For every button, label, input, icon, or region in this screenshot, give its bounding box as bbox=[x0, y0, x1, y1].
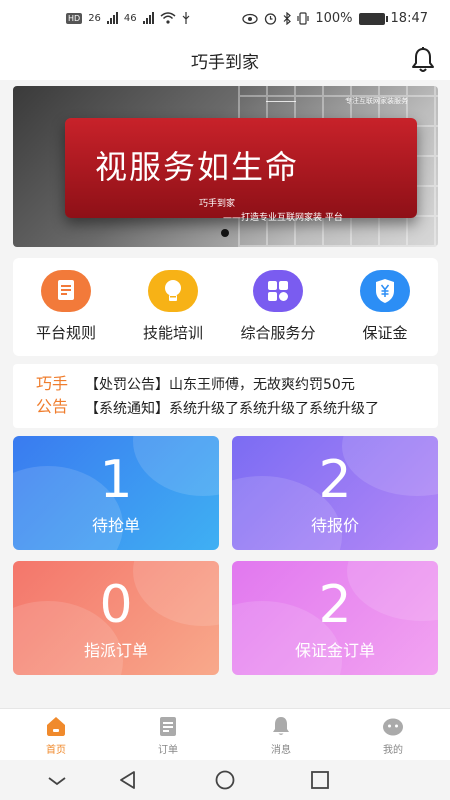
collapse-button[interactable] bbox=[44, 768, 70, 792]
menu-service-score[interactable]: 综合服务分 bbox=[228, 270, 328, 343]
clock: 18:47 bbox=[390, 11, 428, 26]
announcement-title: 巧手公告 bbox=[35, 374, 68, 416]
quick-menu: 平台规则 技能培训 综合服务分 保证金 bbox=[13, 258, 438, 356]
announcement-board[interactable]: 巧手公告 【处罚公告】山东王师傅，无故爽约罚50元 【系统通知】系统升级了系统升… bbox=[13, 364, 438, 428]
card-pending-grab[interactable]: 1 待抢单 bbox=[13, 436, 219, 550]
card-count: 1 bbox=[99, 450, 133, 510]
status-bar: HD 26 46 100% 18:47 bbox=[0, 0, 450, 40]
system-nav-bar bbox=[0, 760, 450, 800]
tab-label: 首页 bbox=[46, 745, 66, 756]
card-assigned-orders[interactable]: 0 指派订单 bbox=[13, 561, 219, 675]
wifi-icon bbox=[160, 12, 176, 24]
menu-deposit[interactable]: 保证金 bbox=[335, 270, 435, 343]
battery-icon bbox=[358, 12, 388, 25]
card-count: 0 bbox=[99, 575, 133, 635]
order-icon bbox=[157, 715, 179, 737]
menu-label: 平台规则 bbox=[35, 324, 96, 342]
eye-icon bbox=[242, 13, 259, 24]
bottom-tab-bar: 首页 订单 消息 我的 bbox=[0, 708, 450, 760]
clipboard-icon bbox=[41, 270, 91, 312]
back-button[interactable] bbox=[115, 768, 141, 792]
vibrate-icon bbox=[297, 12, 309, 25]
status-right: 100% 18:47 bbox=[242, 11, 428, 26]
home-circle-icon bbox=[215, 770, 235, 790]
menu-label: 保证金 bbox=[362, 324, 408, 342]
card-label: 待报价 bbox=[310, 516, 359, 535]
profile-icon bbox=[382, 715, 404, 737]
tab-label: 订单 bbox=[158, 745, 178, 756]
tab-label: 我的 bbox=[383, 745, 403, 756]
back-triangle-icon bbox=[120, 771, 135, 789]
card-label: 指派订单 bbox=[83, 641, 148, 660]
recents-button[interactable] bbox=[307, 768, 333, 792]
banner-tag: 专注互联网家装服务 bbox=[345, 97, 408, 105]
signal-icon bbox=[106, 12, 118, 24]
signal-icon-2 bbox=[142, 12, 154, 24]
bluetooth-icon bbox=[283, 12, 292, 25]
banner-divider bbox=[266, 101, 296, 102]
promo-banner[interactable]: 专注互联网家装服务 视服务如生命 巧手到家 ——打造专业互联网家装 平台 bbox=[13, 86, 438, 247]
recents-square-icon bbox=[311, 771, 329, 789]
card-count: 2 bbox=[318, 575, 352, 635]
banner-headline: 视服务如生命 bbox=[95, 148, 300, 186]
network-type-1: 26 bbox=[88, 12, 101, 24]
app-header: 巧手到家 bbox=[0, 40, 450, 80]
usb-icon bbox=[182, 12, 190, 24]
card-count: 2 bbox=[318, 450, 352, 510]
banner-brand: 巧手到家 bbox=[199, 199, 236, 209]
menu-skill-training[interactable]: 技能培训 bbox=[123, 270, 223, 343]
banner-slogan: ——打造专业互联网家装 平台 bbox=[223, 213, 343, 223]
notification-button[interactable] bbox=[410, 46, 436, 74]
shield-yen-icon bbox=[360, 270, 410, 312]
battery-percent: 100% bbox=[315, 11, 353, 26]
tab-orders[interactable]: 订单 bbox=[128, 715, 208, 756]
tab-label: 消息 bbox=[271, 745, 291, 756]
tab-home[interactable]: 首页 bbox=[16, 715, 96, 756]
chevron-down-icon bbox=[48, 777, 66, 786]
card-label: 保证金订单 bbox=[294, 641, 375, 660]
status-left: HD 26 46 bbox=[66, 12, 190, 24]
grid-icon bbox=[253, 270, 303, 312]
menu-platform-rules[interactable]: 平台规则 bbox=[16, 270, 116, 343]
menu-label: 技能培训 bbox=[142, 324, 203, 342]
announcement-item[interactable]: 【处罚公告】山东王师傅，无故爽约罚50元 bbox=[85, 374, 433, 394]
page-title: 巧手到家 bbox=[191, 53, 259, 73]
card-pending-quote[interactable]: 2 待报价 bbox=[232, 436, 438, 550]
home-button[interactable] bbox=[212, 768, 238, 792]
network-type-2: 46 bbox=[123, 12, 137, 24]
card-label: 待抢单 bbox=[91, 516, 140, 535]
card-deposit-orders[interactable]: 2 保证金订单 bbox=[232, 561, 438, 675]
alarm-icon bbox=[265, 13, 277, 25]
menu-label: 综合服务分 bbox=[240, 324, 316, 342]
announcement-item[interactable]: 【系统通知】系统升级了系统升级了系统升级了 bbox=[85, 398, 433, 418]
tab-messages[interactable]: 消息 bbox=[241, 715, 321, 756]
bell-icon bbox=[412, 47, 434, 72]
hd-badge: HD bbox=[66, 12, 83, 24]
lightbulb-icon bbox=[148, 270, 198, 312]
tab-profile[interactable]: 我的 bbox=[353, 715, 433, 756]
banner-indicator[interactable] bbox=[221, 229, 229, 237]
home-icon bbox=[45, 715, 67, 737]
bell-icon bbox=[270, 715, 292, 737]
